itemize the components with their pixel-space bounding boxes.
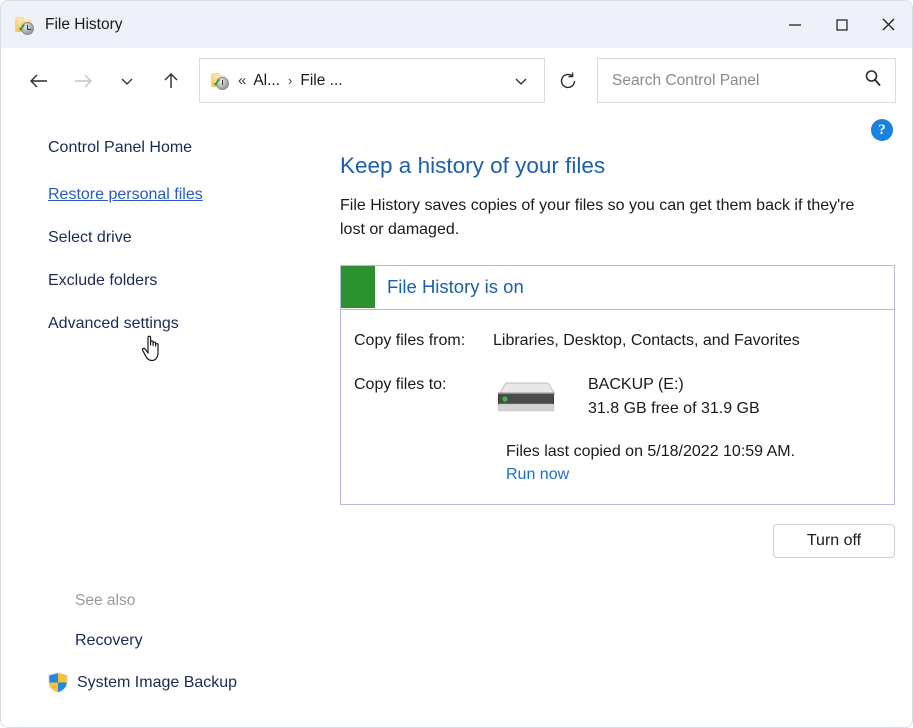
run-now-link[interactable]: Run now — [506, 466, 569, 484]
status-panel: File History is on Copy files from: Libr… — [340, 264, 895, 505]
up-arrow-icon[interactable] — [149, 59, 193, 103]
drive-info: BACKUP (E:) 31.8 GB free of 31.9 GB — [588, 376, 760, 418]
drive-name: BACKUP (E:) — [588, 375, 684, 393]
search-box[interactable] — [597, 58, 896, 103]
see-also-item-system-image-backup[interactable]: System Image Backup — [48, 672, 318, 693]
close-button[interactable] — [865, 1, 912, 48]
copy-files-from-label: Copy files from: — [354, 331, 466, 349]
status-title: File History is on — [387, 276, 524, 298]
breadcrumb-overflow-chevrons[interactable]: « — [238, 72, 246, 89]
last-copied-text: Files last copied on 5/18/2022 10:59 AM. — [506, 442, 796, 460]
copy-files-to-row: Copy files to: BACKUP (E:) 31.8 GB free … — [341, 376, 894, 418]
recent-locations-chevron-down-icon[interactable] — [105, 59, 149, 103]
page-description: File History saves copies of your files … — [340, 197, 855, 239]
sidebar-item-control-panel-home[interactable]: Control Panel Home — [48, 140, 192, 156]
sidebar: Control Panel Home Restore personal file… — [1, 113, 331, 727]
window-title: File History — [45, 15, 123, 33]
help-icon[interactable]: ? — [871, 119, 893, 141]
see-also-section: See also Recovery System Image Backup — [48, 592, 318, 693]
status-panel-body: Copy files from: Libraries, Desktop, Con… — [341, 310, 894, 504]
title-bar: ✓ File History — [1, 1, 912, 48]
maximize-button[interactable] — [818, 1, 865, 48]
target-drive-block: BACKUP (E:) 31.8 GB free of 31.9 GB — [493, 376, 760, 418]
search-icon[interactable] — [863, 68, 883, 93]
breadcrumb-folder-history-icon: ✓ — [210, 71, 231, 90]
actions-row: Turn off — [340, 523, 895, 558]
navigation-toolbar: ✓ « Al... › File ... — [1, 48, 912, 113]
folder-history-icon: ✓ — [14, 15, 36, 35]
search-input[interactable] — [612, 71, 863, 90]
see-also-system-image-backup-label: System Image Backup — [77, 673, 238, 691]
see-also-item-recovery[interactable]: Recovery — [48, 632, 318, 650]
page-title: Keep a history of your files — [340, 153, 606, 178]
breadcrumb-segment-2[interactable]: File ... — [300, 72, 342, 90]
see-also-recovery-label: Recovery — [75, 632, 143, 649]
drive-free-space: 31.8 GB free of 31.9 GB — [588, 399, 760, 417]
main-pane: ? Keep a history of your files File Hist… — [331, 113, 912, 727]
title-bar-left: ✓ File History — [1, 15, 123, 35]
forward-arrow-icon[interactable] — [61, 59, 105, 103]
status-panel-header: File History is on — [341, 266, 894, 310]
see-also-title: See also — [75, 592, 136, 609]
window-controls — [771, 1, 912, 48]
copy-files-from-row: Copy files from: Libraries, Desktop, Con… — [341, 332, 894, 350]
shield-icon — [48, 672, 68, 693]
back-arrow-icon[interactable] — [17, 59, 61, 103]
breadcrumb-segment-1[interactable]: Al... — [253, 72, 280, 90]
turn-off-button[interactable]: Turn off — [773, 523, 895, 558]
sidebar-item-select-drive[interactable]: Select drive — [48, 230, 132, 246]
copy-files-from-value: Libraries, Desktop, Contacts, and Favori… — [493, 331, 800, 349]
content-area: Control Panel Home Restore personal file… — [1, 113, 912, 727]
status-indicator — [341, 266, 375, 309]
external-drive-icon — [493, 378, 559, 418]
sidebar-item-exclude-folders[interactable]: Exclude folders — [48, 273, 157, 289]
address-dropdown-chevron-down-icon[interactable] — [504, 62, 538, 100]
copy-files-to-label: Copy files to: — [354, 375, 447, 393]
file-history-window: ✓ File History ✓ « Al... › File ... Sear… — [0, 0, 913, 728]
refresh-icon[interactable] — [547, 59, 589, 103]
sidebar-item-restore-personal-files[interactable]: Restore personal files — [48, 187, 203, 203]
breadcrumb-separator: › — [288, 73, 293, 88]
address-bar[interactable]: ✓ « Al... › File ... — [199, 58, 545, 103]
minimize-button[interactable] — [771, 1, 818, 48]
sidebar-item-advanced-settings[interactable]: Advanced settings — [48, 316, 179, 332]
